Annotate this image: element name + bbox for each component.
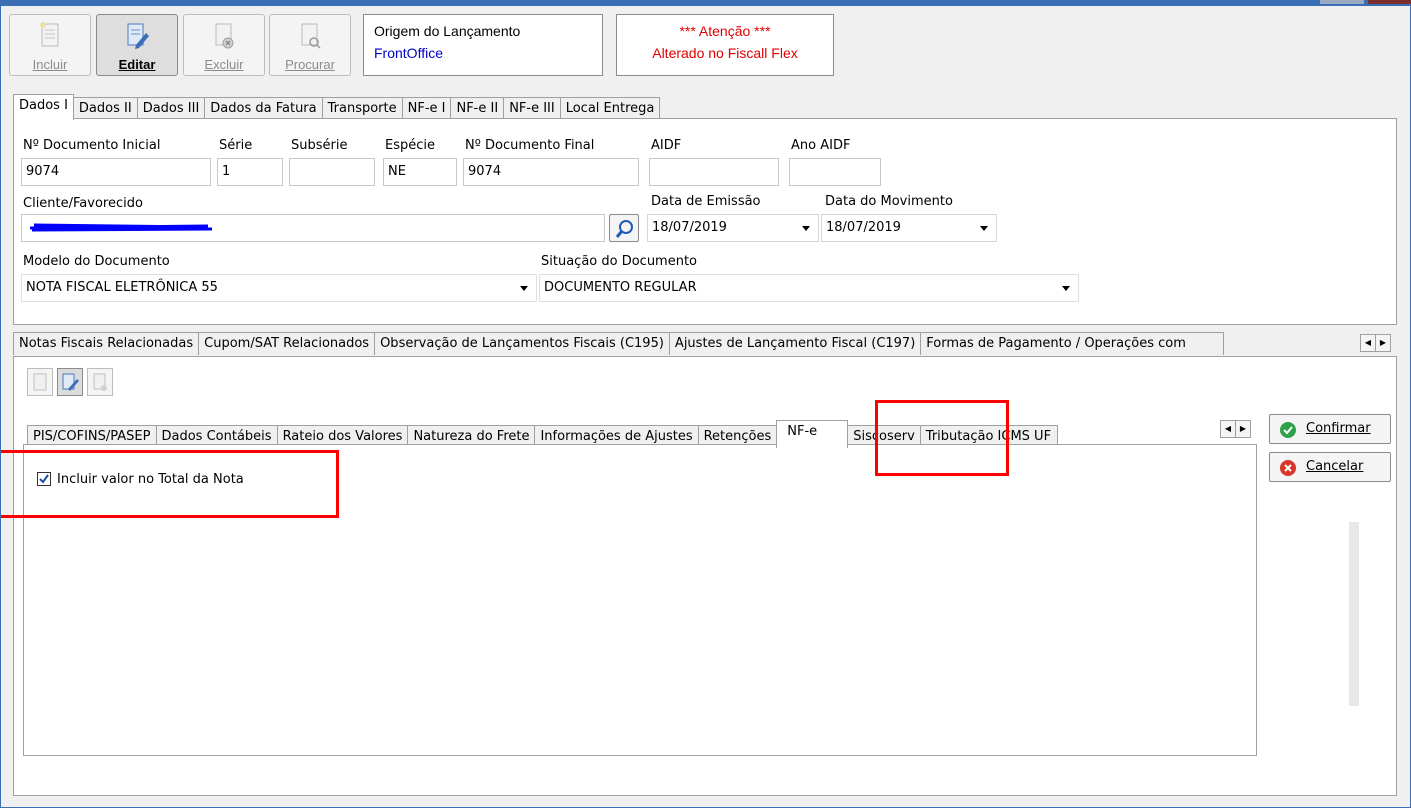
- atencao-box: *** Atenção *** Alterado no Fiscall Flex: [616, 14, 834, 76]
- tab-transporte[interactable]: Transporte: [321, 97, 403, 120]
- tab-nfe-iii[interactable]: NF-e III: [503, 97, 561, 120]
- search-cliente-button[interactable]: [609, 214, 639, 242]
- cancelar-label: Cancelar: [1306, 459, 1364, 474]
- cliente-field[interactable]: [21, 214, 605, 242]
- check-circle-icon: [1280, 422, 1296, 438]
- main-tabs: Dados I Dados II Dados III Dados da Fatu…: [13, 94, 661, 120]
- serie-label: Série: [219, 138, 253, 153]
- tab-dados-fatura[interactable]: Dados da Fatura: [204, 97, 323, 120]
- chevron-down-icon: [520, 286, 528, 291]
- especie-field[interactable]: NE: [383, 158, 457, 186]
- small-edit-button[interactable]: [57, 368, 83, 396]
- tab-cupom-sat[interactable]: Cupom/SAT Relacionados: [198, 332, 376, 355]
- chevron-down-icon: [802, 226, 810, 231]
- confirmar-button[interactable]: Confirmar: [1269, 414, 1391, 444]
- sub-tabs: Notas Fiscais Relacionadas Cupom/SAT Rel…: [13, 332, 1225, 355]
- scroll-right-icon[interactable]: ▶: [1375, 334, 1391, 352]
- new-document-icon: [33, 373, 47, 391]
- doc-inicial-label: Nº Documento Inicial: [23, 138, 161, 153]
- tab-dados-ii[interactable]: Dados II: [72, 97, 138, 120]
- situacao-label: Situação do Documento: [541, 254, 698, 269]
- origem-label: Origem do Lançamento: [374, 23, 521, 39]
- serie-field[interactable]: 1: [217, 158, 283, 186]
- scrollbar-track[interactable]: [1349, 522, 1359, 706]
- modelo-select[interactable]: NOTA FISCAL ELETRÔNICA 55: [21, 274, 537, 302]
- doc-inicial-field[interactable]: 9074: [21, 158, 211, 186]
- tab-ajustes-c197[interactable]: Ajustes de Lançamento Fiscal (C197): [668, 332, 922, 355]
- tab-formas-pagamento[interactable]: Formas de Pagamento / Operações com: [920, 332, 1225, 355]
- ano-aidf-label: Ano AIDF: [791, 138, 851, 153]
- data-movimento-label: Data do Movimento: [825, 194, 953, 209]
- incluir-label: Incluir: [32, 57, 68, 72]
- incluir-button[interactable]: Incluir: [9, 14, 91, 76]
- chevron-down-icon: [980, 226, 988, 231]
- highlight-nfe-tab-annotation: [875, 400, 1009, 476]
- tab-observacao-c195[interactable]: Observação de Lançamentos Fiscais (C195): [374, 332, 670, 355]
- small-delete-button[interactable]: [87, 368, 113, 396]
- modelo-label: Modelo do Documento: [23, 254, 170, 269]
- origem-box: Origem do Lançamento FrontOffice: [363, 14, 603, 76]
- scroll-left-icon[interactable]: ◀: [1360, 334, 1376, 352]
- atencao-message: Alterado no Fiscall Flex: [652, 45, 798, 61]
- highlight-checkbox-annotation: [1, 450, 339, 518]
- tab-nfe[interactable]: NF-e: [776, 420, 849, 448]
- inner-tabs-scroll[interactable]: ◀ ▶: [1220, 420, 1251, 438]
- small-new-button[interactable]: [27, 368, 53, 396]
- edit-document-icon: [127, 23, 149, 49]
- window: Incluir Editar Excluir Procurar Origem d…: [0, 0, 1411, 808]
- chevron-down-icon: [1062, 286, 1070, 291]
- situacao-value: DOCUMENTO REGULAR: [544, 280, 697, 295]
- data-movimento-picker[interactable]: 18/07/2019: [821, 214, 997, 242]
- atencao-title: *** Atenção ***: [679, 23, 771, 39]
- tab-local-entrega[interactable]: Local Entrega: [559, 97, 661, 120]
- redacted-scribble: [29, 223, 213, 232]
- tab-notas-relacionadas[interactable]: Notas Fiscais Relacionadas: [13, 332, 200, 355]
- excluir-button[interactable]: Excluir: [183, 14, 265, 76]
- new-document-icon: [40, 22, 59, 47]
- sub-tabs-scroll[interactable]: ◀ ▶: [1360, 334, 1391, 352]
- doc-final-label: Nº Documento Final: [465, 138, 595, 153]
- scroll-right-icon[interactable]: ▶: [1235, 420, 1251, 438]
- aidf-field[interactable]: [649, 158, 779, 186]
- cliente-label: Cliente/Favorecido: [23, 196, 143, 211]
- editar-button[interactable]: Editar: [96, 14, 178, 76]
- title-bar-edge: [1, 0, 1411, 6]
- aidf-label: AIDF: [651, 138, 682, 153]
- maximize-button[interactable]: [1320, 0, 1364, 4]
- subserie-label: Subsérie: [291, 138, 348, 153]
- tab-nfe-ii[interactable]: NF-e II: [450, 97, 505, 120]
- magnifier-icon: [615, 220, 633, 238]
- origem-value: FrontOffice: [374, 45, 443, 61]
- scroll-left-icon[interactable]: ◀: [1220, 420, 1236, 438]
- data-emissao-value: 18/07/2019: [652, 220, 727, 235]
- close-button[interactable]: [1368, 0, 1411, 4]
- delete-document-icon: [215, 23, 234, 49]
- situacao-select[interactable]: DOCUMENTO REGULAR: [539, 274, 1079, 302]
- subserie-field[interactable]: [289, 158, 375, 186]
- tab-dados-i[interactable]: Dados I: [13, 94, 74, 120]
- data-emissao-label: Data de Emissão: [651, 194, 761, 209]
- cancelar-button[interactable]: Cancelar: [1269, 452, 1391, 482]
- editar-label: Editar: [118, 57, 156, 72]
- tab-nfe-i[interactable]: NF-e I: [401, 97, 452, 120]
- modelo-value: NOTA FISCAL ELETRÔNICA 55: [26, 280, 218, 295]
- tab-dados-iii[interactable]: Dados III: [136, 97, 206, 120]
- procurar-button[interactable]: Procurar: [269, 14, 351, 76]
- delete-document-icon: [93, 373, 107, 391]
- data-emissao-picker[interactable]: 18/07/2019: [647, 214, 819, 242]
- excluir-label: Excluir: [204, 57, 244, 72]
- search-document-icon: [301, 23, 321, 49]
- confirmar-label: Confirmar: [1306, 421, 1371, 436]
- procurar-label: Procurar: [285, 57, 335, 72]
- doc-final-field[interactable]: 9074: [463, 158, 639, 186]
- especie-label: Espécie: [385, 138, 435, 153]
- edit-document-icon: [62, 373, 79, 391]
- cancel-circle-icon: [1280, 460, 1296, 476]
- data-movimento-value: 18/07/2019: [826, 220, 901, 235]
- ano-aidf-field[interactable]: [789, 158, 881, 186]
